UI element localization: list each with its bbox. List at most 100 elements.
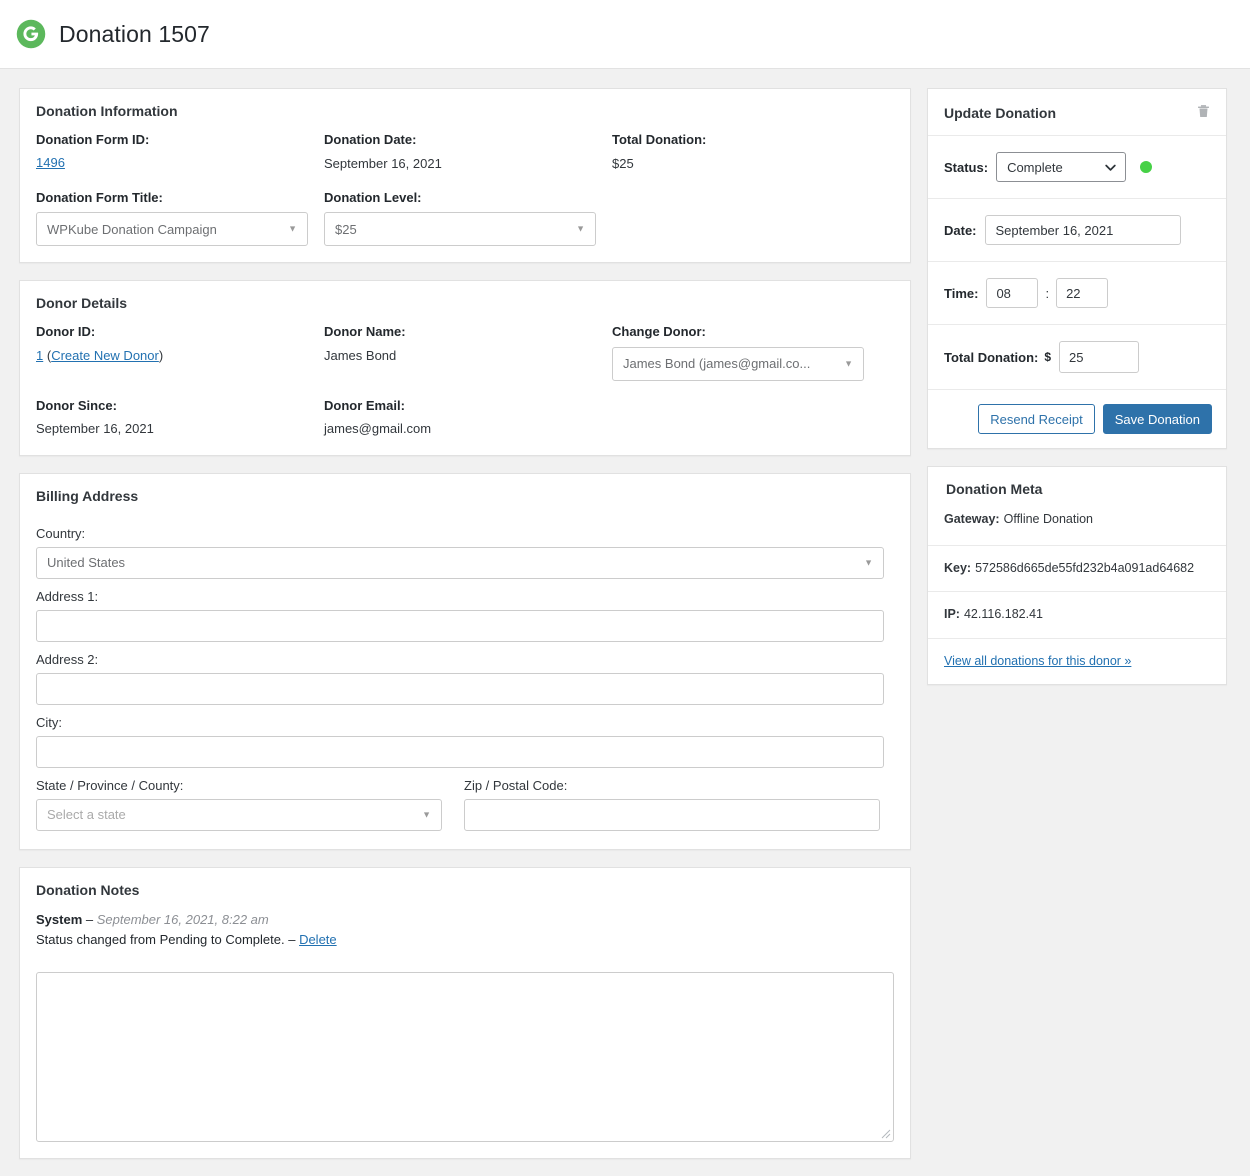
update-donation-title: Update Donation <box>944 105 1056 121</box>
zip-label: Zip / Postal Code: <box>464 778 870 793</box>
donation-notes-panel: Donation Notes System – September 16, 20… <box>19 867 911 1159</box>
new-note-textarea[interactable] <box>37 973 893 1141</box>
donor-details-title: Donor Details <box>20 281 910 323</box>
ip-label: IP: <box>944 607 960 621</box>
givewp-logo-icon <box>16 19 46 49</box>
change-donor-select[interactable]: James Bond (james@gmail.co... ▼ <box>612 347 864 381</box>
side-column: Update Donation Status: Complete <box>927 88 1227 702</box>
spacer <box>36 173 894 189</box>
donation-form-title-field: Donation Form Title: WPKube Donation Cam… <box>36 189 324 247</box>
donor-details-row-2: Donor Since: September 16, 2021 Donor Em… <box>36 397 894 439</box>
ip-value: 42.116.182.41 <box>964 607 1043 621</box>
chevron-down-icon: ▼ <box>864 558 873 567</box>
donation-info-row2-spacer <box>612 189 894 247</box>
country-label: Country: <box>36 526 894 541</box>
total-donation-row: Total Donation: $ 25 <box>928 325 1226 390</box>
gateway-row: Gateway:Offline Donation <box>928 509 1226 545</box>
donation-information-body: Donation Form ID: 1496 Donation Date: Se… <box>20 131 910 262</box>
key-label: Key: <box>944 561 971 575</box>
time-minute-input[interactable]: 22 <box>1056 278 1108 308</box>
donation-form-title-value: WPKube Donation Campaign <box>47 222 235 237</box>
save-donation-button[interactable]: Save Donation <box>1103 404 1212 434</box>
time-hour-input[interactable]: 08 <box>986 278 1038 308</box>
update-donation-header: Update Donation <box>928 89 1226 136</box>
main-column: Donation Information Donation Form ID: 1… <box>19 88 911 1176</box>
donation-information-title: Donation Information <box>20 89 910 131</box>
donation-form-title-select[interactable]: WPKube Donation Campaign ▼ <box>36 212 308 246</box>
state-label: State / Province / County: <box>36 778 442 793</box>
chevron-down-icon: ▼ <box>576 225 585 234</box>
key-value: 572586d665de55fd232b4a091ad64682 <box>975 561 1194 575</box>
donation-date-field: Donation Date: September 16, 2021 <box>324 131 612 173</box>
date-row: Date: September 16, 2021 <box>928 199 1226 262</box>
note-text-dash: – <box>288 932 299 947</box>
state-zip-row: State / Province / County: Select a stat… <box>36 778 894 831</box>
change-donor-value: James Bond (james@gmail.co... <box>623 356 828 371</box>
status-select[interactable]: Complete <box>996 152 1126 182</box>
donor-email-value: james@gmail.com <box>324 421 431 436</box>
donor-email-label: Donor Email: <box>324 397 612 415</box>
time-row: Time: 08 : 22 <box>928 262 1226 325</box>
time-hour-value: 08 <box>996 286 1010 301</box>
note-delete-link[interactable]: Delete <box>299 932 337 947</box>
donation-date-value: September 16, 2021 <box>324 156 442 171</box>
resend-receipt-button[interactable]: Resend Receipt <box>978 404 1095 434</box>
gateway-value: Offline Donation <box>1004 512 1093 526</box>
donation-level-value: $25 <box>335 222 375 237</box>
billing-address-body: Country: United States ▼ Address 1: Addr… <box>20 526 910 849</box>
date-value: September 16, 2021 <box>996 223 1114 238</box>
donation-level-label: Donation Level: <box>324 189 612 207</box>
donor-since-label: Donor Since: <box>36 397 324 415</box>
address1-input[interactable] <box>36 610 884 642</box>
donor-email-field: Donor Email: james@gmail.com <box>324 397 612 439</box>
address1-label: Address 1: <box>36 589 894 604</box>
status-row: Status: Complete <box>928 136 1226 199</box>
view-all-donations-row: View all donations for this donor » <box>928 638 1226 685</box>
donor-since-value: September 16, 2021 <box>36 421 154 436</box>
key-row: Key: 572586d665de55fd232b4a091ad64682 <box>928 545 1226 592</box>
donor-details-body: Donor ID: 1 (Create New Donor) Donor Nam… <box>20 323 910 454</box>
total-donation-input[interactable]: 25 <box>1059 341 1139 373</box>
donor-id-link[interactable]: 1 <box>36 348 43 363</box>
new-note-textarea-wrapper <box>36 972 894 1142</box>
donation-notes-title: Donation Notes <box>20 868 910 910</box>
country-value: United States <box>47 555 143 570</box>
donation-level-field: Donation Level: $25 ▼ <box>324 189 612 247</box>
billing-address-panel: Billing Address Country: United States ▼… <box>19 473 911 850</box>
billing-address-title: Billing Address <box>20 474 910 516</box>
resize-handle-icon[interactable] <box>881 1129 891 1139</box>
total-donation-label: Total Donation: <box>612 131 894 149</box>
donation-info-row-1: Donation Form ID: 1496 Donation Date: Se… <box>36 131 894 173</box>
donation-info-row-2: Donation Form Title: WPKube Donation Cam… <box>36 189 894 247</box>
trash-icon[interactable] <box>1195 103 1212 123</box>
note-body-line: Status changed from Pending to Complete.… <box>36 930 894 950</box>
donation-form-id-link[interactable]: 1496 <box>36 155 65 170</box>
state-select[interactable]: Select a state ▼ <box>36 799 442 831</box>
create-new-donor-link[interactable]: Create New Donor <box>51 348 159 363</box>
donation-form-id-field: Donation Form ID: 1496 <box>36 131 324 173</box>
donor-id-label: Donor ID: <box>36 323 324 341</box>
zip-input[interactable] <box>464 799 880 831</box>
change-donor-label: Change Donor: <box>612 323 894 341</box>
change-donor-field: Change Donor: James Bond (james@gmail.co… <box>612 323 894 381</box>
view-all-donations-link[interactable]: View all donations for this donor » <box>944 654 1131 668</box>
donation-form-title-label: Donation Form Title: <box>36 189 324 207</box>
chevron-down-icon <box>1104 161 1117 174</box>
country-select[interactable]: United States ▼ <box>36 547 884 579</box>
donor-details-row2-spacer <box>612 397 894 439</box>
address2-input[interactable] <box>36 673 884 705</box>
donation-form-id-label: Donation Form ID: <box>36 131 324 149</box>
date-input[interactable]: September 16, 2021 <box>985 215 1181 245</box>
donation-level-select[interactable]: $25 ▼ <box>324 212 596 246</box>
state-placeholder: Select a state <box>47 807 144 822</box>
total-donation-label: Total Donation: <box>944 350 1038 365</box>
note-dash: – <box>82 912 96 927</box>
donation-notes-body: System – September 16, 2021, 8:22 am Sta… <box>20 910 910 1158</box>
date-label: Date: <box>944 223 977 238</box>
city-label: City: <box>36 715 894 730</box>
city-input[interactable] <box>36 736 884 768</box>
zip-field: Zip / Postal Code: <box>464 778 870 831</box>
note-author: System <box>36 912 82 927</box>
chevron-down-icon: ▼ <box>288 225 297 234</box>
content-area: Donation Information Donation Form ID: 1… <box>0 69 1250 1176</box>
